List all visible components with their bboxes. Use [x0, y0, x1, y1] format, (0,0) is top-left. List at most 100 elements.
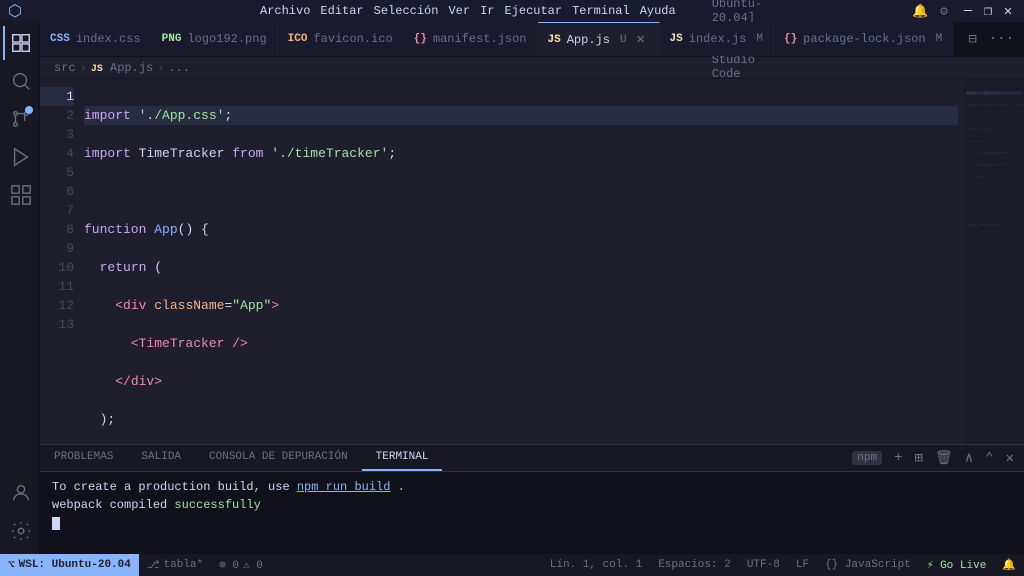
panel-tab-debug-console[interactable]: CONSOLA DE DEPURACIÓN	[195, 445, 362, 471]
minimize-button[interactable]: —	[960, 0, 976, 22]
title-bar: ⬡ Archivo Editar Selección Ver Ir Ejecut…	[0, 0, 1024, 22]
terminal-content[interactable]: To create a production build, use npm ru…	[40, 472, 1024, 554]
panel-actions: npm + ⊞ 🗑 ∧ ⌃ ✕	[842, 445, 1024, 471]
panel-maximize-button[interactable]: ⌃	[981, 448, 997, 469]
account-icon[interactable]	[3, 476, 37, 510]
line-num-10: 10	[40, 258, 74, 277]
tab-package-lock-json[interactable]: {} package-lock.json M	[774, 22, 953, 56]
vscode-logo: ⬡	[8, 1, 22, 21]
status-bar-left: ⌥ WSL: Ubuntu-20.04 ⎇ tabla* ⊗ 0 ⚠ 0	[0, 554, 271, 576]
terminal-npm-run-build-link[interactable]: npm run build	[297, 480, 391, 494]
tab-index-js[interactable]: JS index.js M	[660, 22, 774, 56]
line-numbers: 1 2 3 4 5 6 7 8 9 10 11 12 13	[40, 79, 84, 444]
panel-tab-problems[interactable]: PROBLEMAS	[40, 445, 127, 471]
line-num-4: 4	[40, 144, 74, 163]
branch-label: tabla*	[164, 559, 204, 571]
encoding-status-item[interactable]: UTF-8	[739, 554, 788, 576]
npm-badge: npm	[848, 449, 886, 467]
menu-ver[interactable]: Ver	[444, 2, 474, 20]
terminal-line-3	[52, 514, 1012, 532]
panel-collapse-button[interactable]: ∧	[961, 448, 977, 469]
title-bar-menus: Archivo Editar Selección Ver Ir Ejecutar…	[256, 2, 680, 20]
code-line-1: import './App.css';	[84, 106, 958, 125]
menu-ir[interactable]: Ir	[476, 2, 498, 20]
code-line-9: );	[84, 410, 958, 429]
tab-label-package-lock-json: package-lock.json	[803, 32, 925, 46]
manage-icon[interactable]	[3, 514, 37, 548]
tab-favicon-ico[interactable]: ICO favicon.ico	[278, 22, 404, 56]
wsl-status-item[interactable]: ⌥ WSL: Ubuntu-20.04	[0, 554, 139, 576]
panel-tab-debug-label: CONSOLA DE DEPURACIÓN	[209, 451, 348, 463]
settings-icon[interactable]: ⚙	[940, 4, 948, 19]
spaces-label: Espacios: 2	[658, 559, 731, 571]
terminal-line-2: webpack compiled successfully	[52, 496, 1012, 514]
tab-logo192-png[interactable]: PNG logo192.png	[152, 22, 278, 56]
breadcrumb-more[interactable]: ...	[168, 61, 190, 75]
extensions-icon[interactable]	[3, 178, 37, 212]
breadcrumb-src[interactable]: src	[54, 61, 76, 75]
panel-close-button[interactable]: ✕	[1002, 448, 1018, 469]
css-file-icon: CSS	[50, 33, 70, 45]
line-num-2: 2	[40, 106, 74, 125]
panel-tab-terminal[interactable]: TERMINAL	[362, 445, 443, 471]
line-num-12: 12	[40, 296, 74, 315]
run-debug-icon[interactable]	[3, 140, 37, 174]
menu-archivo[interactable]: Archivo	[256, 2, 314, 20]
go-live-status-item[interactable]: ⚡ Go Live	[919, 554, 994, 576]
code-line-6: <div className="App">	[84, 296, 958, 315]
menu-seleccion[interactable]: Selección	[370, 2, 443, 20]
menu-ejecutar[interactable]: Ejecutar	[500, 2, 566, 20]
tab-label-manifest-json: manifest.json	[433, 32, 527, 46]
tab-overflow-icon[interactable]: ···	[985, 29, 1018, 49]
remote-icon: ⌥	[8, 558, 15, 572]
tab-close-app-js[interactable]: ✕	[633, 32, 649, 48]
panel-tab-problems-label: PROBLEMAS	[54, 451, 113, 463]
json-file-icon-manifest: {}	[414, 33, 427, 45]
line-ending-label: LF	[796, 559, 809, 571]
terminal-panel: PROBLEMAS SALIDA CONSOLA DE DEPURACIÓN T…	[40, 444, 1024, 554]
title-bar-right: 🔔 ⚙ — ❐ ✕	[912, 0, 1016, 22]
search-icon[interactable]	[3, 64, 37, 98]
code-line-8: </div>	[84, 372, 958, 391]
code-content[interactable]: import './App.css'; import TimeTracker f…	[84, 79, 964, 444]
menu-ayuda[interactable]: Ayuda	[636, 2, 680, 20]
tab-layout-icon[interactable]: ⊟	[964, 29, 980, 50]
terminal-split-button[interactable]: ⊞	[910, 448, 926, 469]
activity-bar	[0, 22, 40, 554]
js-file-icon-app: JS	[548, 34, 561, 46]
code-editor[interactable]: 1 2 3 4 5 6 7 8 9 10 11 12 13 import './…	[40, 79, 964, 444]
notifications-icon[interactable]: 🔔	[912, 4, 928, 19]
spaces-status-item[interactable]: Espacios: 2	[650, 554, 739, 576]
tab-label-index-css: index.css	[76, 32, 141, 46]
line-ending-status-item[interactable]: LF	[788, 554, 817, 576]
line-num-6: 6	[40, 182, 74, 201]
bell-icon: 🔔	[1002, 558, 1016, 572]
notifications-status-item[interactable]: 🔔	[994, 554, 1024, 576]
branch-icon: ⎇	[147, 558, 160, 572]
errors-warnings-status-item[interactable]: ⊗ 0 ⚠ 0	[211, 554, 271, 576]
terminal-add-button[interactable]: +	[890, 448, 906, 468]
language-status-item[interactable]: {} JavaScript	[817, 554, 919, 576]
tab-index-css[interactable]: CSS index.css	[40, 22, 152, 56]
maximize-button[interactable]: ❐	[980, 0, 996, 22]
position-status-item[interactable]: Lín. 1, col. 1	[542, 554, 650, 576]
tab-app-js[interactable]: JS App.js U ✕	[538, 22, 660, 56]
breadcrumb-sep-2: ›	[157, 61, 164, 75]
breadcrumb-appjs[interactable]: JS App.js	[91, 61, 153, 75]
warnings-label: ⚠ 0	[243, 558, 263, 572]
close-button[interactable]: ✕	[1000, 0, 1016, 22]
menu-editar[interactable]: Editar	[316, 2, 367, 20]
tab-bar: CSS index.css PNG logo192.png ICO favico…	[40, 22, 1024, 57]
tab-manifest-json[interactable]: {} manifest.json	[404, 22, 538, 56]
panel-tab-output-label: SALIDA	[141, 451, 181, 463]
panel-tab-output[interactable]: SALIDA	[127, 445, 195, 471]
explorer-icon[interactable]	[3, 26, 37, 60]
source-control-icon[interactable]	[3, 102, 37, 136]
terminal-cursor	[52, 517, 60, 530]
panel-tabs: PROBLEMAS SALIDA CONSOLA DE DEPURACIÓN T…	[40, 445, 1024, 472]
menu-terminal[interactable]: Terminal	[568, 2, 634, 20]
branch-status-item[interactable]: ⎇ tabla*	[139, 554, 211, 576]
wsl-label: WSL: Ubuntu-20.04	[19, 559, 131, 571]
code-line-7: <TimeTracker />	[84, 334, 958, 353]
terminal-trash-button[interactable]: 🗑	[931, 448, 957, 469]
